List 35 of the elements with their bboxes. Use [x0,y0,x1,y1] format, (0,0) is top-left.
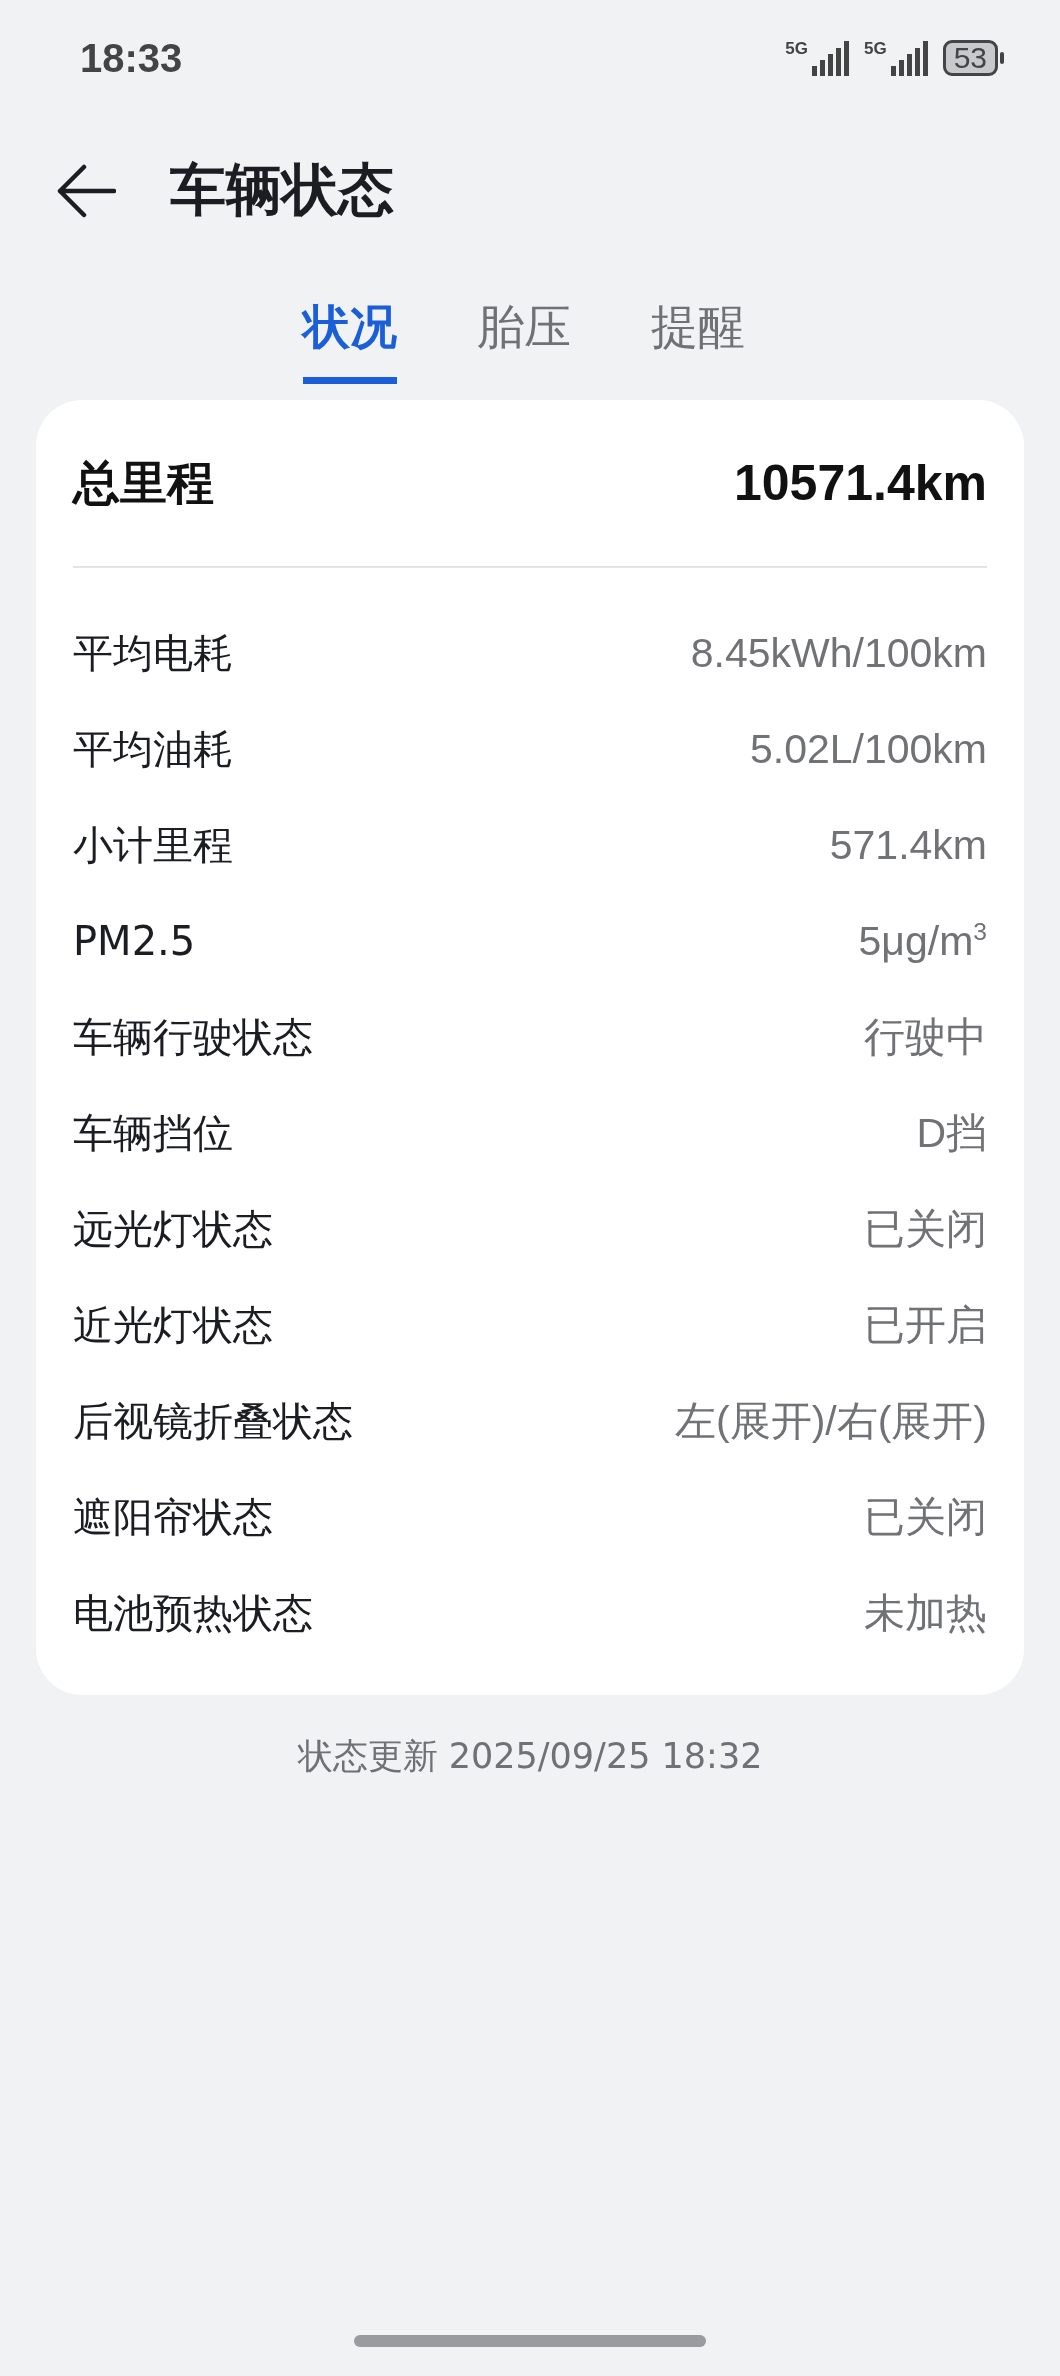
total-mileage-label: 总里程 [73,453,214,512]
row-value: 左(展开)/右(展开) [675,1396,987,1446]
row-value: 5.02L/100km [749,725,987,773]
row-value: 已关闭 [864,1204,987,1254]
tab[interactable]: 胎压 [477,296,571,384]
page-title: 车辆状态 [170,156,394,224]
row-label: 平均电耗 [73,628,233,678]
row-label: 车辆行驶状态 [73,1012,313,1062]
row-value: 571.4km [829,821,987,869]
row-label: 远光灯状态 [73,1204,273,1254]
signal-icon [809,40,850,76]
row-label: 小计里程 [73,820,233,870]
row-label: 遮阳帘状态 [73,1492,273,1542]
row-value: 已关闭 [864,1492,987,1542]
total-mileage-value: 10571.4km [734,454,987,512]
row-label: 平均油耗 [73,724,233,774]
tab[interactable]: 提醒 [651,296,745,384]
network-label: 5G [863,40,887,57]
row-value: D挡 [916,1108,987,1158]
signal-icon [888,40,929,76]
tab[interactable]: 状况 [303,296,397,384]
network-label: 5G [785,40,808,57]
row-value: 5μg/m$^{3}$ [858,917,987,965]
battery-indicator: 53 [942,40,998,76]
row-label: 近光灯状态 [73,1300,273,1350]
row-label: 电池预热状态 [73,1588,313,1638]
row-label: 车辆挡位 [73,1108,233,1158]
row-label: PM2.5 [73,918,196,964]
row-label: 后视镜折叠状态 [73,1396,353,1446]
row-value: 未加热 [864,1588,987,1638]
row-value: 8.45kWh/100km [690,629,987,677]
clock-time: 18:33 [80,35,183,81]
update-time: 状态更新 2025/09/25 18:32 [297,1735,763,1778]
row-value: 行驶中 [864,1012,987,1062]
row-value: 已开启 [864,1300,987,1350]
